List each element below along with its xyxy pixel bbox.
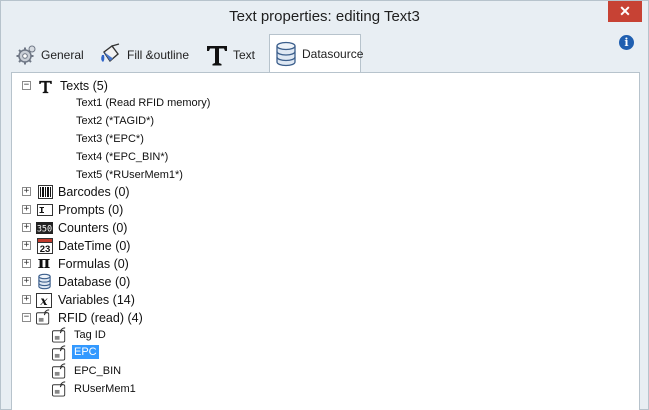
close-button[interactable]: ✕ <box>608 1 642 22</box>
tree-node-label: Barcodes (0) <box>58 185 130 199</box>
tab-text-label: Text <box>233 48 256 62</box>
gear-icon <box>15 44 37 66</box>
expand-icon[interactable]: + <box>22 205 31 214</box>
variable-x-icon: x <box>36 292 52 308</box>
tree-leaf-label: Text1 (Read RFID memory) <box>76 97 211 109</box>
tree-node-label: Database (0) <box>58 275 131 289</box>
properties-dialog: Text properties: editing Text3 ✕ i Gener… <box>0 0 649 410</box>
tree-leaf-label: Text5 (*RUserMem1*) <box>76 169 183 181</box>
tree-leaf-epc-bin[interactable]: EPC_BIN <box>52 363 252 381</box>
tree-node-prompts[interactable]: + Prompts (0) <box>12 201 612 219</box>
database-icon <box>36 273 52 289</box>
tab-general-label: General <box>41 48 84 62</box>
counter-icon: 350 <box>36 220 53 236</box>
datasource-panel: − Texts (5) Text1 (Read RFID memory) Tex… <box>11 72 640 410</box>
tree-node-rfid[interactable]: − RFID (read) (4) <box>12 309 612 327</box>
close-icon: ✕ <box>619 3 631 19</box>
tree-node-texts[interactable]: − Texts (5) <box>12 77 612 95</box>
calendar-icon-day: 23 <box>39 244 50 254</box>
tree-node-database[interactable]: + Database (0) <box>12 273 612 291</box>
tree-node-variables[interactable]: + x Variables (14) <box>12 291 612 309</box>
tab-general[interactable]: General <box>15 38 93 72</box>
variable-icon-letter: x <box>39 294 48 308</box>
tree-node-label: Variables (14) <box>58 293 135 307</box>
collapse-icon[interactable]: − <box>22 81 31 90</box>
barcode-icon <box>37 184 53 200</box>
tree-node-barcodes[interactable]: + Barcodes (0) <box>12 183 612 201</box>
expand-icon[interactable]: + <box>22 223 31 232</box>
title-bar: Text properties: editing Text3 ✕ <box>1 1 648 33</box>
expand-icon[interactable]: + <box>22 241 31 250</box>
window-title: Text properties: editing Text3 <box>229 8 420 25</box>
tree-node-datetime[interactable]: + 23 DateTime (0) <box>12 237 612 255</box>
tree-leaf-label: Tag ID <box>74 329 106 341</box>
tree-node-label: RFID (read) (4) <box>58 311 143 325</box>
tree-leaf-epc[interactable]: EPC <box>52 345 252 363</box>
expand-icon[interactable]: + <box>22 277 31 286</box>
tree-node-label: DateTime (0) <box>58 239 131 253</box>
pi-icon: π <box>37 253 51 273</box>
tab-datasource-label: Datasource <box>302 47 364 61</box>
tree-node-formulas[interactable]: + π Formulas (0) <box>12 253 612 273</box>
database-icon <box>274 41 298 67</box>
tree-leaf-label: Text4 (*EPC_BIN*) <box>76 151 169 163</box>
expand-icon[interactable]: + <box>22 295 31 304</box>
tree-node-label: Prompts (0) <box>58 203 124 217</box>
tree-leaf-label: Text2 (*TAGID*) <box>76 115 155 127</box>
prompt-icon <box>37 202 53 218</box>
text-t-icon <box>205 43 229 67</box>
rfid-icon <box>36 309 52 325</box>
expand-icon[interactable]: + <box>22 187 31 196</box>
tab-text[interactable]: Text <box>205 38 263 72</box>
expand-icon[interactable]: + <box>22 259 31 268</box>
tree-leaf-tag-id[interactable]: Tag ID <box>52 327 252 345</box>
tree-leaf-label: Text3 (*EPC*) <box>76 133 144 145</box>
tab-strip: General Fill &outline Text Datasource <box>9 34 640 73</box>
tree-leaf-label: EPC_BIN <box>74 365 122 377</box>
counter-icon-digits: 350 <box>37 225 52 235</box>
tree-leaf-label: RUserMem1 <box>74 383 136 395</box>
tree-node-label: Texts (5) <box>60 79 108 93</box>
tree-leaf-rusermem1[interactable]: RUserMem1 <box>52 381 252 399</box>
rfid-icon <box>52 363 68 379</box>
calendar-icon: 23 <box>36 237 53 254</box>
tab-fill-outline-label: Fill &outline <box>127 48 190 62</box>
tree-leaf-label-selected: EPC <box>72 345 99 359</box>
datasource-tree: − Texts (5) Text1 (Read RFID memory) Tex… <box>12 73 639 410</box>
text-t-icon <box>37 78 53 94</box>
rfid-icon <box>52 327 68 343</box>
tab-fill-outline[interactable]: Fill &outline <box>99 38 197 72</box>
rfid-icon <box>52 381 68 397</box>
tree-node-label: Formulas (0) <box>58 257 129 271</box>
collapse-icon[interactable]: − <box>22 313 31 322</box>
tab-datasource[interactable]: Datasource <box>269 34 364 73</box>
rfid-icon <box>52 345 68 361</box>
tree-node-counters[interactable]: + 350 Counters (0) <box>12 219 612 237</box>
tree-node-label: Counters (0) <box>58 221 128 235</box>
paint-bucket-icon <box>99 43 123 67</box>
